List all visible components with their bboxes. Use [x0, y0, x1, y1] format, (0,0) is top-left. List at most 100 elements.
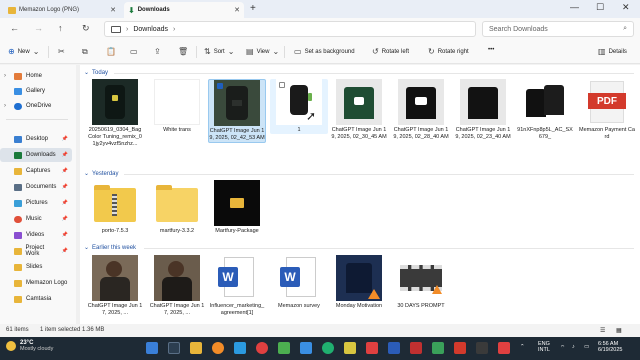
weather-widget[interactable]: 23°C Mostly cloudy [6, 340, 53, 352]
checkbox[interactable] [217, 83, 223, 89]
refresh-icon[interactable]: ↻ [82, 23, 90, 34]
file-item[interactable]: ChatGPT Image Jun 19, 2025, 02_28_40 AM [392, 79, 450, 141]
details-button[interactable]: ▥ Details [598, 47, 627, 56]
chevron-right-icon[interactable]: › [4, 73, 6, 79]
sort-button[interactable]: ⇅ Sort ⌄ [204, 47, 234, 56]
paste-icon[interactable]: 📋 [106, 47, 116, 56]
tab-memazon-logo[interactable]: Memazon Logo (PNG) ✕ [4, 2, 120, 18]
app-icon[interactable] [498, 342, 510, 354]
chevron-right-icon[interactable]: › [4, 103, 6, 109]
search-icon[interactable] [168, 342, 180, 354]
more-options-button[interactable]: ••• [488, 47, 494, 53]
file-item[interactable]: ChatGPT Image Jun 19, 2025, 02_23_40 AM [454, 79, 512, 141]
app-icon[interactable] [344, 342, 356, 354]
new-button[interactable]: ⊕ New ⌄ [8, 47, 39, 56]
file-item[interactable]: porto-7.5.3 [86, 180, 144, 235]
chevron-down-icon: ⌄ [84, 245, 90, 251]
view-button[interactable]: ▤ View ⌄ [246, 47, 279, 56]
word-badge: W [280, 267, 300, 287]
minimize-button[interactable]: — [570, 2, 579, 12]
volume-icon[interactable]: ♪ [572, 344, 575, 350]
app-icon[interactable] [476, 342, 488, 354]
sidebar-item-music[interactable]: Music 📌 [0, 212, 72, 226]
file-item[interactable]: Monday Motivation [330, 255, 388, 310]
rename-icon[interactable]: ▭ [130, 47, 138, 56]
word-icon[interactable] [388, 342, 400, 354]
copy-icon[interactable]: ⧉ [82, 47, 88, 57]
tab-close-icon[interactable]: ✕ [110, 6, 116, 14]
file-item[interactable]: W Memazon survey [270, 255, 328, 310]
sidebar-item-camtasia[interactable]: Camtasia [0, 292, 72, 306]
breadcrumb-downloads[interactable]: Downloads [133, 26, 168, 33]
sidebar-item-pictures[interactable]: Pictures 📌 [0, 196, 72, 210]
back-arrow-icon[interactable]: ← [10, 23, 19, 33]
file-item[interactable]: W Influencer_marketing_agreement[1] [208, 255, 266, 317]
app-icon[interactable] [366, 342, 378, 354]
tray-overflow-icon[interactable]: ⌃ [520, 344, 525, 350]
new-tab-button[interactable]: + [250, 3, 256, 14]
file-item[interactable]: PDF Memazon Payment Card [578, 79, 636, 141]
clock[interactable]: 6:56 AM 6/19/2025 [598, 341, 622, 353]
group-header-yesterday[interactable]: ⌄ Yesterday [84, 170, 119, 178]
maximize-button[interactable]: ☐ [596, 2, 604, 13]
sidebar-item-gallery[interactable]: Gallery [0, 84, 72, 98]
app-icon[interactable] [454, 342, 466, 354]
share-icon[interactable]: ⇪ [154, 47, 161, 56]
chrome-icon[interactable] [256, 342, 268, 354]
file-item[interactable]: ➚ 1 [270, 79, 328, 134]
telegram-icon[interactable] [300, 342, 312, 354]
list-view-icon[interactable]: ☰ [600, 327, 605, 334]
set-as-background-button[interactable]: ▭ Set as background [294, 47, 355, 56]
start-icon[interactable] [146, 342, 158, 354]
rotate-left-button[interactable]: ↺ Rotate left [372, 47, 409, 56]
file-name: 20250619_0304_Bag Color Tuning_remix_01j… [88, 127, 142, 147]
sidebar-item-slides[interactable]: Slides [0, 260, 72, 274]
forward-arrow-icon[interactable]: → [34, 23, 43, 33]
sidebar-item-downloads[interactable]: Downloads 📌 [0, 148, 72, 162]
rotate-right-button[interactable]: ↻ Rotate right [428, 47, 469, 56]
group-header-earlier[interactable]: ⌄ Earlier this week [84, 244, 136, 252]
firefox-icon[interactable] [212, 342, 224, 354]
sidebar-item-label: Downloads [26, 152, 56, 158]
chevron-down-icon: ⌄ [227, 47, 235, 56]
telegram-icon[interactable] [234, 342, 246, 354]
file-item[interactable]: Martfury-Package [208, 180, 266, 235]
file-item[interactable]: 30 DAYS PROMPT [392, 255, 450, 310]
sidebar-item-onedrive[interactable]: › OneDrive [0, 99, 72, 113]
file-item[interactable]: ChatGPT Image Jun 17, 2025, ... [148, 255, 206, 317]
image-thumbnail [154, 79, 200, 125]
edge-icon[interactable] [322, 342, 334, 354]
tab-close-icon[interactable]: ✕ [234, 6, 240, 14]
sidebar-item-desktop[interactable]: Desktop 📌 [0, 132, 72, 146]
sidebar-item-documents[interactable]: Documents 📌 [0, 180, 72, 194]
up-arrow-icon[interactable]: ↑ [58, 23, 63, 33]
file-item[interactable]: 91nXFnp8p5L_AC_SX679_ [516, 79, 574, 141]
address-field[interactable]: › Downloads › [104, 21, 476, 37]
file-item[interactable]: White trans [148, 79, 206, 134]
grid-view-icon[interactable]: ▦ [616, 327, 622, 334]
search-input[interactable]: Search Downloads ⌕ [482, 21, 634, 37]
close-window-button[interactable]: ✕ [622, 2, 630, 13]
battery-icon[interactable]: ▭ [584, 344, 589, 350]
sidebar-item-project-work[interactable]: Project Work 📌 [0, 244, 72, 258]
whatsapp-icon[interactable] [278, 342, 290, 354]
app-icon[interactable] [432, 342, 444, 354]
file-item[interactable]: ChatGPT Image Jun 17, 2025, ... [86, 255, 144, 317]
cut-icon[interactable]: ✂ [58, 47, 65, 56]
wifi-icon[interactable]: ⌔ [560, 344, 565, 351]
file-item[interactable]: 20250619_0304_Bag Color Tuning_remix_01j… [86, 79, 144, 148]
file-item[interactable]: martfury-3.3.2 [148, 180, 206, 235]
sidebar-item-home[interactable]: › Home [0, 69, 72, 83]
sidebar-item-memazon-logo[interactable]: Memazon Logo [0, 276, 72, 290]
group-header-today[interactable]: ⌄ Today [84, 69, 108, 77]
file-explorer-icon[interactable] [190, 342, 202, 354]
app-icon[interactable] [410, 342, 422, 354]
file-item[interactable]: ChatGPT Image Jun 19, 2025, 02_30_45 AM [330, 79, 388, 141]
checkbox[interactable] [279, 82, 285, 88]
tab-downloads[interactable]: ⬇ Downloads ✕ [124, 2, 244, 18]
sidebar-item-videos[interactable]: Videos 📌 [0, 228, 72, 242]
sidebar-item-captures[interactable]: Captures 📌 [0, 164, 72, 178]
file-item-selected[interactable]: ChatGPT Image Jun 19, 2025, 02_42_53 AM [208, 79, 266, 143]
delete-icon[interactable]: 🗑 [178, 47, 188, 56]
language-indicator[interactable]: ENG INTL [538, 341, 550, 353]
